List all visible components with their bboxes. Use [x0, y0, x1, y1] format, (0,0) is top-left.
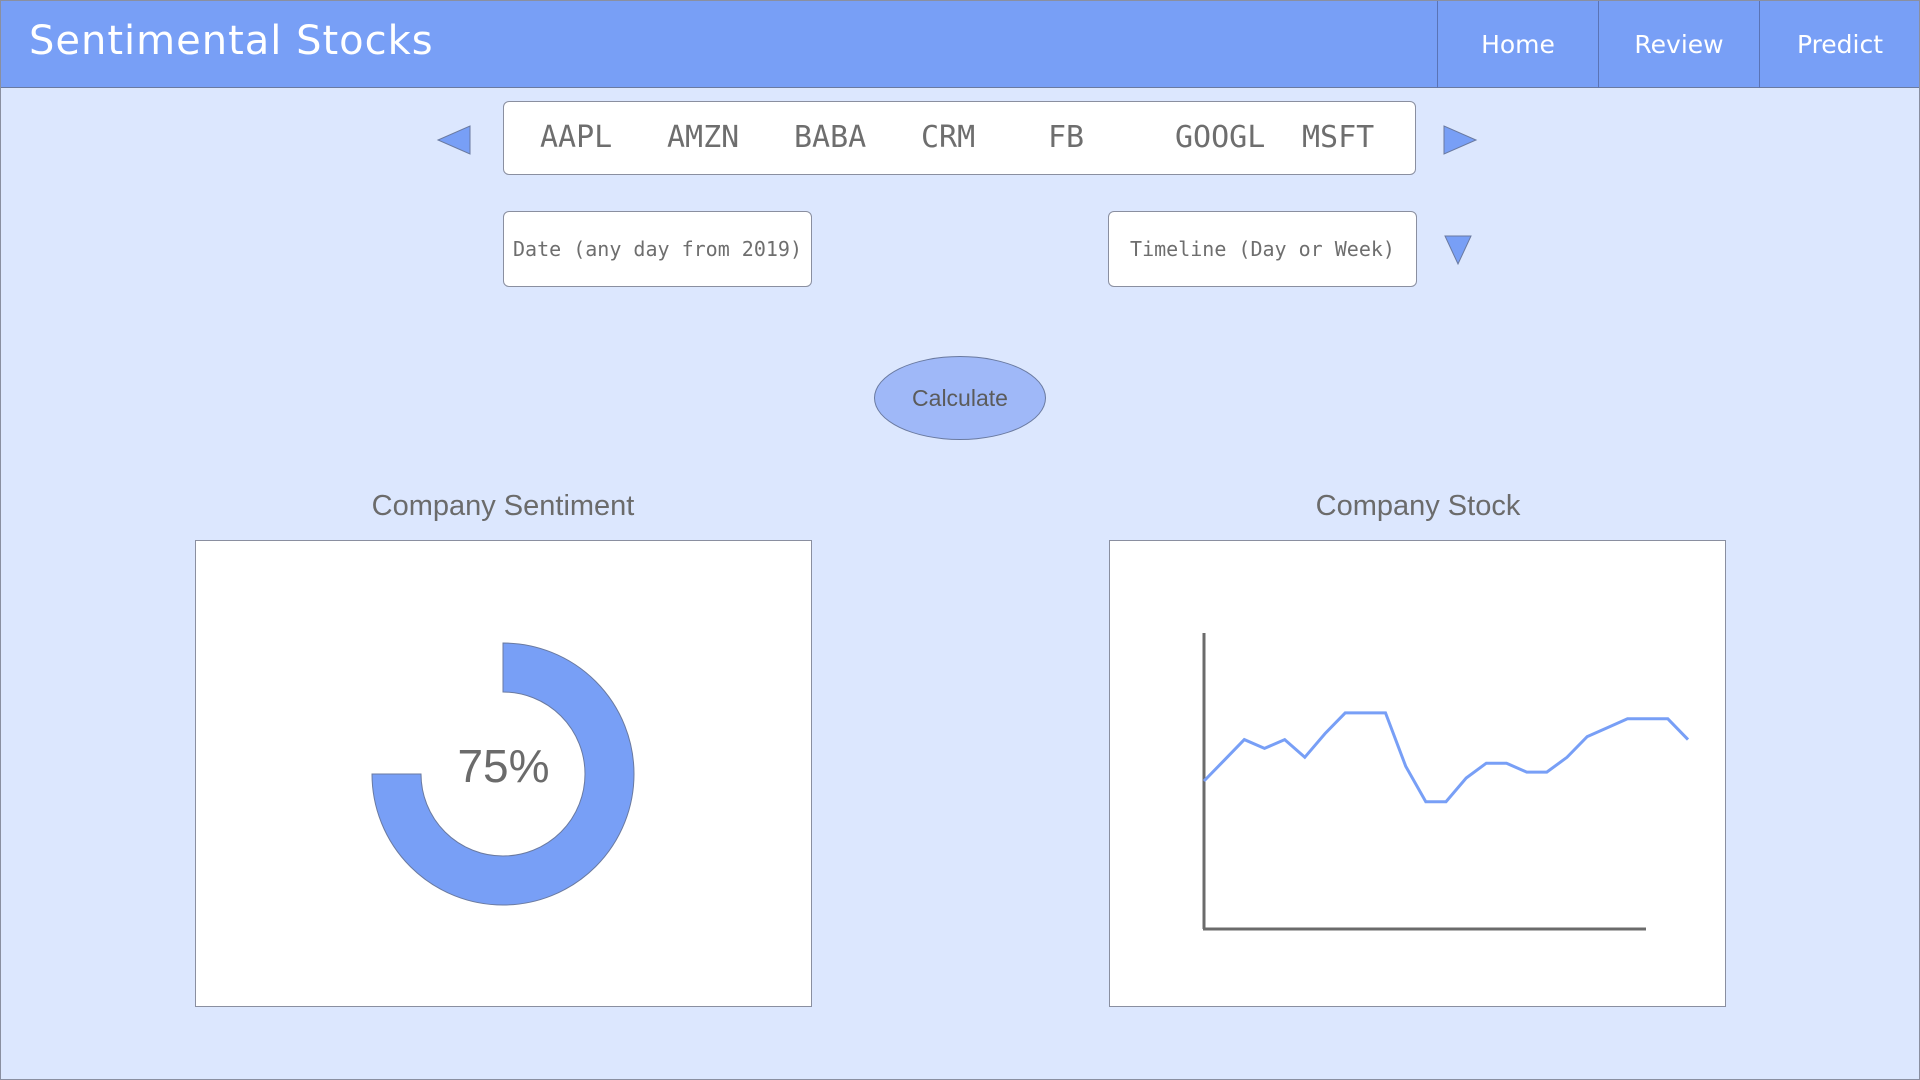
ticker-baba[interactable]: BABA [794, 120, 866, 155]
ticker-msft[interactable]: MSFT [1302, 120, 1374, 155]
calculate-button[interactable]: Calculate [874, 356, 1046, 440]
sentiment-percent: 75% [457, 740, 550, 792]
triangle-right-icon[interactable] [1440, 124, 1478, 156]
sentiment-panel: 75% [195, 540, 812, 1007]
ticker-googl[interactable]: GOOGL [1175, 120, 1265, 155]
ticker-crm[interactable]: CRM [921, 120, 975, 155]
ticker-amzn[interactable]: AMZN [667, 120, 739, 155]
stock-panel [1109, 540, 1726, 1007]
triangle-down-icon[interactable] [1443, 232, 1473, 268]
timeline-field[interactable]: Timeline (Day or Week) [1108, 211, 1417, 287]
ticker-selector: AAPL AMZN BABA CRM FB GOOGL MSFT [503, 101, 1416, 175]
nav-review[interactable]: Review [1598, 0, 1759, 88]
app-title: Sentimental Stocks [29, 18, 434, 64]
app-header: Sentimental Stocks Home Review Predict [0, 0, 1920, 88]
stock-title: Company Stock [1315, 490, 1521, 522]
ticker-aapl[interactable]: AAPL [540, 120, 612, 155]
nav-predict[interactable]: Predict [1759, 0, 1920, 88]
stock-series-line [1202, 711, 1690, 804]
nav-bar: Home Review Predict [1437, 0, 1920, 88]
nav-home[interactable]: Home [1437, 0, 1598, 88]
sentiment-title: Company Sentiment [371, 490, 635, 522]
triangle-left-icon[interactable] [436, 124, 474, 156]
stock-line-chart [1202, 633, 1690, 931]
ticker-fb[interactable]: FB [1048, 120, 1084, 155]
date-field[interactable]: Date (any day from 2019) [503, 211, 812, 287]
